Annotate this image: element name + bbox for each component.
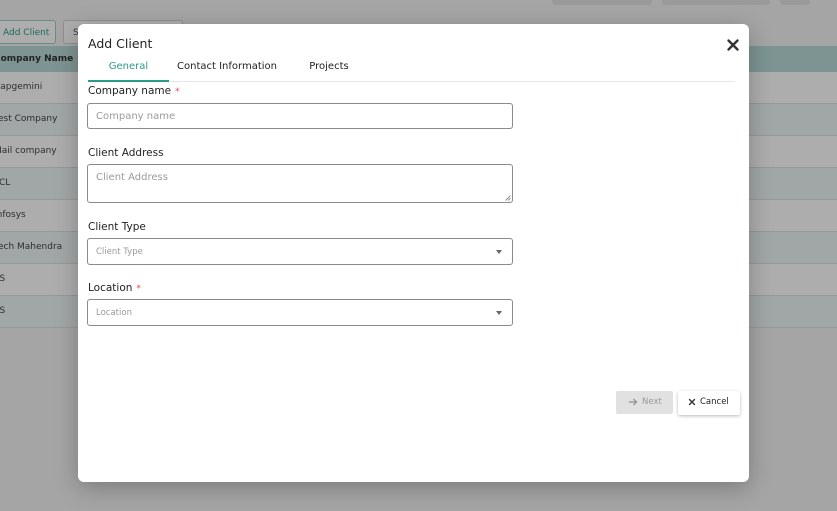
tab-contact-information[interactable]: Contact Information [176,56,278,81]
required-marker: * [175,87,180,97]
close-small-icon [688,398,696,406]
location-label-text: Location [88,282,133,294]
arrow-right-icon [629,398,638,406]
company-name-label: Company name * [88,85,180,97]
close-icon [727,39,739,51]
location-placeholder: Location [96,308,132,318]
company-name-input[interactable] [87,103,513,129]
tab-general[interactable]: General [88,56,169,81]
client-type-select[interactable]: Client Type [87,238,513,265]
required-marker: * [136,284,141,294]
client-type-placeholder: Client Type [96,247,143,257]
close-button[interactable] [725,37,741,53]
active-tab-indicator [88,80,169,82]
cancel-button-label: Cancel [700,397,729,407]
caret-down-icon [496,311,502,315]
client-type-label: Client Type [88,221,146,233]
caret-down-icon [496,250,502,254]
resize-grip-icon[interactable] [505,195,511,201]
company-name-label-text: Company name [88,85,172,97]
tab-bar: General Contact Information Projects [88,56,735,82]
cancel-button[interactable]: Cancel [678,391,740,415]
client-address-textarea[interactable] [87,164,513,203]
dialog-title: Add Client [88,36,153,51]
client-address-label: Client Address [88,147,164,159]
location-label: Location * [88,282,141,294]
next-button-label: Next [642,397,662,407]
next-button[interactable]: Next [616,391,673,414]
location-select[interactable]: Location [87,299,513,326]
add-client-dialog: Add Client General Contact Information P… [78,24,749,482]
tab-projects[interactable]: Projects [306,56,352,81]
